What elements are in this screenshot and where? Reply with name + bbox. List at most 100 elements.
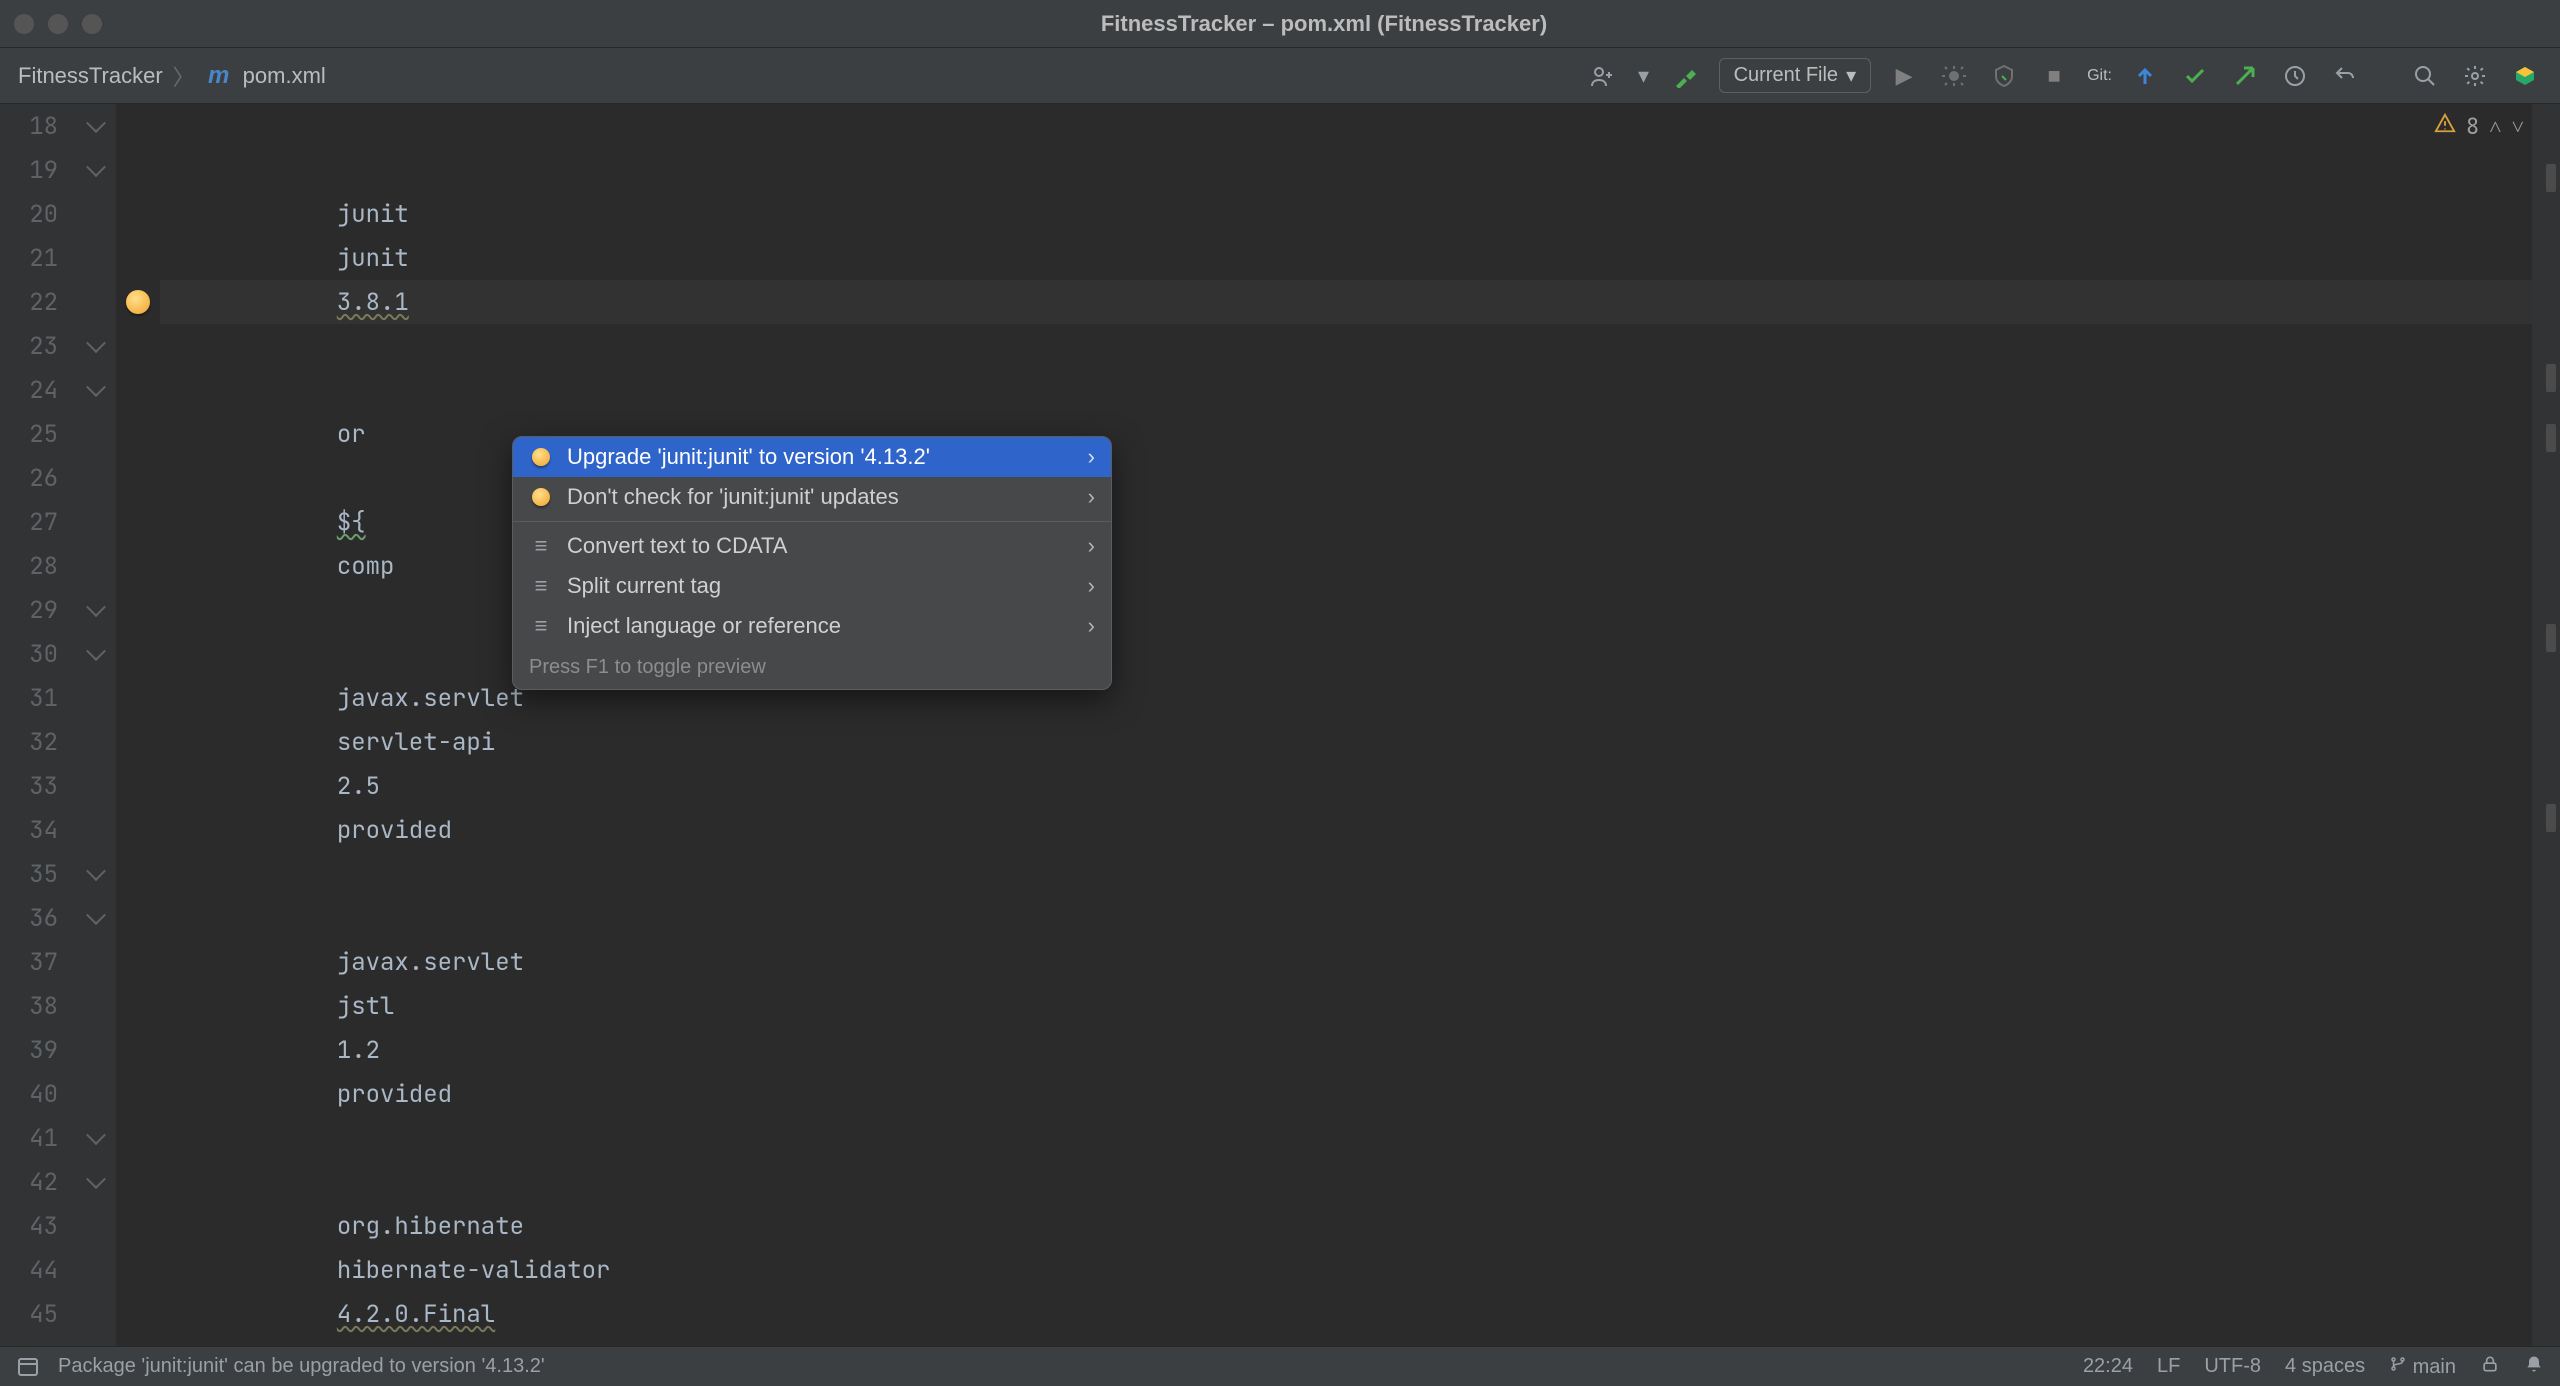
git-push-icon[interactable]	[2228, 59, 2262, 93]
menu-item-label: Split current tag	[567, 573, 1074, 599]
code-with-me-icon[interactable]	[1585, 59, 1619, 93]
intention-menu-item[interactable]: Upgrade 'junit:junit' to version '4.13.2…	[513, 437, 1111, 477]
menu-item-label: Upgrade 'junit:junit' to version '4.13.2…	[567, 444, 1074, 470]
coverage-icon[interactable]	[1987, 59, 2021, 93]
code-line[interactable]	[160, 368, 2560, 412]
menu-item-label: Convert text to CDATA	[567, 533, 1074, 559]
chevron-right-icon: ›	[1088, 573, 1095, 599]
intention-menu-item[interactable]: ≡Inject language or reference›	[513, 606, 1111, 646]
warning-count: 8	[2466, 112, 2479, 141]
git-branch-widget[interactable]: main	[2389, 1355, 2456, 1379]
bulb-icon	[529, 448, 553, 466]
build-hammer-icon[interactable]	[1669, 59, 1703, 93]
debug-icon[interactable]	[1937, 59, 1971, 93]
code-line[interactable]: 2.5	[160, 764, 2560, 808]
run-icon[interactable]: ▶	[1887, 59, 1921, 93]
minimize-window-button[interactable]	[48, 14, 68, 34]
fold-gutter[interactable]	[76, 104, 116, 1346]
code-line[interactable]: 1.2	[160, 1028, 2560, 1072]
code-line[interactable]: junit	[160, 236, 2560, 280]
fold-toggle-icon[interactable]	[86, 1125, 106, 1145]
breadcrumb-project[interactable]: FitnessTracker	[18, 63, 163, 89]
intention-menu-item[interactable]: Don't check for 'junit:junit' updates›	[513, 477, 1111, 517]
line-number: 34	[0, 808, 58, 852]
fold-toggle-icon[interactable]	[86, 905, 106, 925]
code-line[interactable]	[160, 896, 2560, 940]
window-controls	[14, 14, 102, 34]
prev-highlight-icon[interactable]: ˄	[2489, 112, 2501, 141]
next-highlight-icon[interactable]: ˅	[2512, 112, 2524, 141]
git-pull-icon[interactable]	[2128, 59, 2162, 93]
code-line[interactable]: provided	[160, 808, 2560, 852]
search-icon[interactable]	[2408, 59, 2442, 93]
line-number: 27	[0, 500, 58, 544]
settings-gear-icon[interactable]	[2458, 59, 2492, 93]
fold-toggle-icon[interactable]	[86, 377, 106, 397]
line-number: 29	[0, 588, 58, 632]
code-line[interactable]	[160, 1116, 2560, 1160]
icon-gutter	[116, 104, 160, 1346]
git-commit-icon[interactable]	[2178, 59, 2212, 93]
stop-icon[interactable]: ■	[2037, 59, 2071, 93]
line-number: 39	[0, 1028, 58, 1072]
menu-separator	[513, 521, 1111, 522]
code-line[interactable]	[160, 104, 2560, 148]
code-line[interactable]	[160, 852, 2560, 896]
file-encoding[interactable]: UTF-8	[2204, 1355, 2261, 1378]
navigation-bar: FitnessTracker 〉 m pom.xml ▾ Current Fil…	[0, 48, 2560, 104]
line-number: 33	[0, 764, 58, 808]
code-line[interactable]: 4.2.0.Final	[160, 1292, 2560, 1336]
editor[interactable]: 1819202122232425262728293031323334353637…	[0, 104, 2560, 1346]
fold-toggle-icon[interactable]	[86, 597, 106, 617]
intention-menu-item[interactable]: ≡Convert text to CDATA›	[513, 526, 1111, 566]
code-line[interactable]	[160, 148, 2560, 192]
fold-toggle-icon[interactable]	[86, 1169, 106, 1189]
titlebar: FitnessTracker – pom.xml (FitnessTracker…	[0, 0, 2560, 48]
fold-toggle-icon[interactable]	[86, 113, 106, 133]
code-line[interactable]: javax.servlet	[160, 940, 2560, 984]
run-config-selector[interactable]: Current File ▾	[1719, 58, 1872, 93]
code-line[interactable]: junit	[160, 192, 2560, 236]
line-number: 25	[0, 412, 58, 456]
code-line[interactable]: servlet-api	[160, 720, 2560, 764]
fold-toggle-icon[interactable]	[86, 861, 106, 881]
lock-icon[interactable]	[2480, 1354, 2500, 1380]
warning-icon	[2434, 112, 2456, 141]
zoom-window-button[interactable]	[82, 14, 102, 34]
line-number: 26	[0, 456, 58, 500]
intention-menu-item[interactable]: ≡Split current tag›	[513, 566, 1111, 606]
code-line[interactable]: org.hibernate	[160, 1204, 2560, 1248]
line-number: 44	[0, 1248, 58, 1292]
line-number: 43	[0, 1204, 58, 1248]
caret-position[interactable]: 22:24	[2083, 1355, 2133, 1378]
fold-toggle-icon[interactable]	[86, 641, 106, 661]
history-icon[interactable]	[2278, 59, 2312, 93]
code-line[interactable]: jstl	[160, 984, 2560, 1028]
breadcrumb-file[interactable]: pom.xml	[243, 63, 326, 89]
fold-toggle-icon[interactable]	[86, 333, 106, 353]
code-area[interactable]: junit junit 3.8.1 or ${ comp javax.servl…	[160, 104, 2560, 1346]
chevron-right-icon: ›	[1088, 613, 1095, 639]
line-separator[interactable]: LF	[2157, 1355, 2180, 1378]
tool-window-toggle-icon[interactable]	[16, 1355, 40, 1379]
undo-icon[interactable]	[2328, 59, 2362, 93]
notifications-icon[interactable]	[2524, 1354, 2544, 1380]
code-line[interactable]: 3.8.1	[160, 280, 2560, 324]
inspections-widget[interactable]: 8 ˄ ˅	[2434, 112, 2524, 141]
intention-bulb-icon[interactable]	[126, 290, 150, 314]
code-line[interactable]: hibernate-validator	[160, 1248, 2560, 1292]
chevron-down-icon: ▾	[1846, 63, 1856, 88]
fold-toggle-icon[interactable]	[86, 157, 106, 177]
indent-setting[interactable]: 4 spaces	[2285, 1355, 2365, 1378]
error-stripe[interactable]	[2532, 104, 2560, 1346]
chevron-down-icon[interactable]: ▾	[1635, 59, 1653, 93]
chevron-right-icon: 〉	[173, 60, 195, 92]
code-line[interactable]	[160, 1160, 2560, 1204]
line-number: 32	[0, 720, 58, 764]
jetbrains-toolbox-icon[interactable]	[2508, 59, 2542, 93]
close-window-button[interactable]	[14, 14, 34, 34]
run-config-label: Current File	[1734, 64, 1838, 87]
code-line[interactable]: provided	[160, 1072, 2560, 1116]
code-line[interactable]	[160, 324, 2560, 368]
breadcrumb[interactable]: FitnessTracker 〉 m pom.xml	[18, 60, 326, 92]
